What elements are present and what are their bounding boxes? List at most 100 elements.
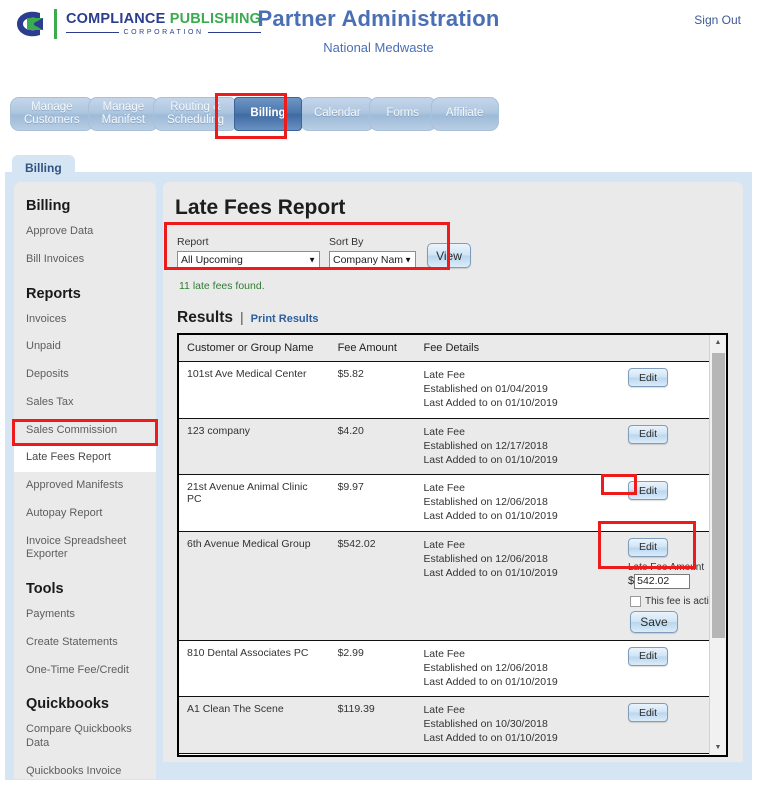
late-fee-amount-input[interactable] xyxy=(634,573,691,589)
cell-customer-name: 21st Avenue Animal Clinic PC xyxy=(179,474,330,532)
table-row: AACPP-1 $5.69 Late Fee Established on 10… xyxy=(179,753,726,755)
tab-manage-customers-line2: Customers xyxy=(24,114,80,126)
results-count-text: 11 late fees found. xyxy=(179,280,265,292)
tab-routing-scheduling-line2: Scheduling xyxy=(167,114,224,126)
tab-calendar-label: Calendar xyxy=(313,107,361,120)
cell-customer-name: AACPP-1 xyxy=(179,753,330,755)
fee-detail-type: Late Fee xyxy=(423,538,465,551)
tab-billing-label: Billing xyxy=(250,107,286,120)
report-select-value: All Upcoming xyxy=(181,253,243,266)
report-select[interactable]: All Upcoming ▼ xyxy=(177,251,320,268)
sidebar-item-create-statements[interactable]: Create Statements xyxy=(14,629,156,657)
sidebar-item-invoices[interactable]: Invoices xyxy=(14,306,156,334)
fee-detail-established: Established on 12/06/2018 xyxy=(423,552,548,565)
edit-button[interactable]: Edit xyxy=(627,703,668,723)
fee-detail-established: Established on 12/06/2018 xyxy=(423,496,548,509)
tab-manage-manifest-line2: Manifest xyxy=(101,114,146,126)
cell-customer-name: 123 company xyxy=(179,418,330,476)
table-row: A1 Clean The Scene $119.39 Late Fee Esta… xyxy=(179,696,726,754)
cell-customer-name: 810 Dental Associates PC xyxy=(179,640,330,698)
fee-detail-type: Late Fee xyxy=(423,482,465,495)
filter-bar: Report All Upcoming ▼ Sort By Company Na… xyxy=(173,230,729,280)
fee-detail-last-added: Last Added to on 01/10/2019 xyxy=(423,453,558,466)
cell-fee-details: Late Fee Established on 12/17/2018 Last … xyxy=(415,418,620,476)
table-body: 101st Ave Medical Center $5.82 Late Fee … xyxy=(179,361,726,755)
column-header-fee-details: Fee Details xyxy=(415,335,620,362)
report-filter-group: Report All Upcoming ▼ xyxy=(177,236,320,268)
sidebar-item-autopay-report[interactable]: Autopay Report xyxy=(14,500,156,528)
fee-detail-last-added: Last Added to on 01/10/2019 xyxy=(423,675,558,688)
edit-button[interactable]: Edit xyxy=(627,424,668,444)
sort-select[interactable]: Company Nam ▼ xyxy=(329,251,416,268)
table-row: 123 company $4.20 Late Fee Established o… xyxy=(179,418,726,476)
fee-active-checkbox[interactable] xyxy=(629,595,641,607)
tab-affiliate[interactable]: Affiliate xyxy=(430,97,499,131)
column-header-customer: Customer or Group Name xyxy=(179,335,330,362)
logo-name-publishing: PUBLISHING xyxy=(169,10,262,27)
fee-detail-established: Established on 01/04/2019 xyxy=(423,383,548,396)
table-row-expanded: 6th Avenue Medical Group $542.02 Late Fe… xyxy=(179,531,726,641)
tab-manage-customers[interactable]: Manage Customers xyxy=(10,97,94,131)
sidebar-item-quickbooks-invoice-exporter[interactable]: Quickbooks Invoice Exporter xyxy=(14,758,156,779)
column-header-fee-amount: Fee Amount xyxy=(329,335,416,362)
sidebar-item-bill-invoices[interactable]: Bill Invoices xyxy=(14,246,156,274)
sort-filter-label: Sort By xyxy=(329,236,364,248)
tab-affiliate-label: Affiliate xyxy=(445,107,484,120)
tab-billing[interactable]: Billing xyxy=(233,97,302,131)
sidebar-item-unpaid[interactable]: Unpaid xyxy=(14,333,156,361)
sidebar-heading-billing: Billing xyxy=(26,198,71,214)
logo-rule-right xyxy=(207,32,262,34)
sidebar-item-payments[interactable]: Payments xyxy=(14,601,156,629)
sidebar-item-deposits[interactable]: Deposits xyxy=(14,361,156,389)
late-fees-table: Customer or Group Name Fee Amount Fee De… xyxy=(179,335,726,755)
tab-routing-scheduling[interactable]: Routing & Scheduling xyxy=(153,97,238,131)
chevron-down-icon: ▼ xyxy=(404,255,412,264)
subtab-billing[interactable]: Billing xyxy=(12,155,75,182)
table-vertical-scrollbar[interactable]: ▲ ▼ xyxy=(709,335,726,755)
save-button[interactable]: Save xyxy=(629,610,678,633)
edit-button[interactable]: Edit xyxy=(627,481,668,501)
logo-subtitle: CORPORATION xyxy=(123,29,204,37)
print-results-link[interactable]: Print Results xyxy=(251,313,319,325)
cell-fee-details: Late Fee Established on 10/30/2018 Last … xyxy=(415,753,620,755)
tab-calendar[interactable]: Calendar xyxy=(299,97,375,131)
edit-button[interactable]: Edit xyxy=(627,368,668,387)
cell-fee-amount: $119.39 xyxy=(329,696,416,754)
scroll-down-icon[interactable]: ▼ xyxy=(710,740,726,755)
sidebar-item-sales-commission[interactable]: Sales Commission xyxy=(14,417,156,445)
table-head: Customer or Group Name Fee Amount Fee De… xyxy=(179,335,726,362)
sidebar-item-compare-quickbooks-data[interactable]: Compare Quickbooks Data xyxy=(14,716,156,758)
fee-detail-established: Established on 12/17/2018 xyxy=(423,439,548,452)
sidebar-item-approve-data[interactable]: Approve Data xyxy=(14,218,156,246)
sign-out-link[interactable]: Sign Out xyxy=(694,13,741,27)
sidebar-item-one-time-fee-credit[interactable]: One-Time Fee/Credit xyxy=(14,657,156,685)
chevron-down-icon: ▼ xyxy=(308,255,316,264)
sidebar-item-late-fees-report[interactable]: Late Fees Report xyxy=(14,444,156,472)
cell-fee-amount: $5.69 xyxy=(329,753,416,755)
fee-detail-type: Late Fee xyxy=(423,369,465,381)
sidebar-item-invoice-spreadsheet-exporter[interactable]: Invoice Spreadsheet Exporter xyxy=(14,528,156,570)
cell-fee-amount: $9.97 xyxy=(329,474,416,532)
table-row: 101st Ave Medical Center $5.82 Late Fee … xyxy=(179,361,726,419)
tab-forms[interactable]: Forms xyxy=(368,97,437,131)
cell-fee-details: Late Fee Established on 01/04/2019 Last … xyxy=(415,361,620,419)
main-content: Late Fees Report Report All Upcoming ▼ S… xyxy=(163,182,743,762)
sidebar-item-sales-tax[interactable]: Sales Tax xyxy=(14,389,156,417)
sidebar-heading-tools: Tools xyxy=(26,581,64,597)
sidebar-item-approved-manifests[interactable]: Approved Manifests xyxy=(14,472,156,500)
late-fees-table-container: Customer or Group Name Fee Amount Fee De… xyxy=(177,333,728,757)
scroll-up-icon[interactable]: ▲ xyxy=(710,335,726,350)
tab-manage-manifest[interactable]: Manage Manifest xyxy=(87,97,160,131)
fee-detail-last-added: Last Added to on 01/10/2019 xyxy=(423,510,558,523)
logo-wordmark: COMPLIANCE PUBLISHING CORPORATION xyxy=(66,10,262,37)
cell-fee-details: Late Fee Established on 12/06/2018 Last … xyxy=(415,474,620,532)
table-row: 810 Dental Associates PC $2.99 Late Fee … xyxy=(179,640,726,698)
fee-detail-type: Late Fee xyxy=(423,647,465,660)
scrollbar-thumb[interactable] xyxy=(712,353,725,638)
late-fee-amount-label: Late Fee Amount xyxy=(627,561,705,573)
company-logo: COMPLIANCE PUBLISHING CORPORATION xyxy=(14,8,262,40)
edit-button[interactable]: Edit xyxy=(627,646,668,666)
view-button[interactable]: View xyxy=(427,243,471,268)
edit-button[interactable]: Edit xyxy=(627,537,668,557)
cell-fee-amount: $2.99 xyxy=(329,640,416,698)
